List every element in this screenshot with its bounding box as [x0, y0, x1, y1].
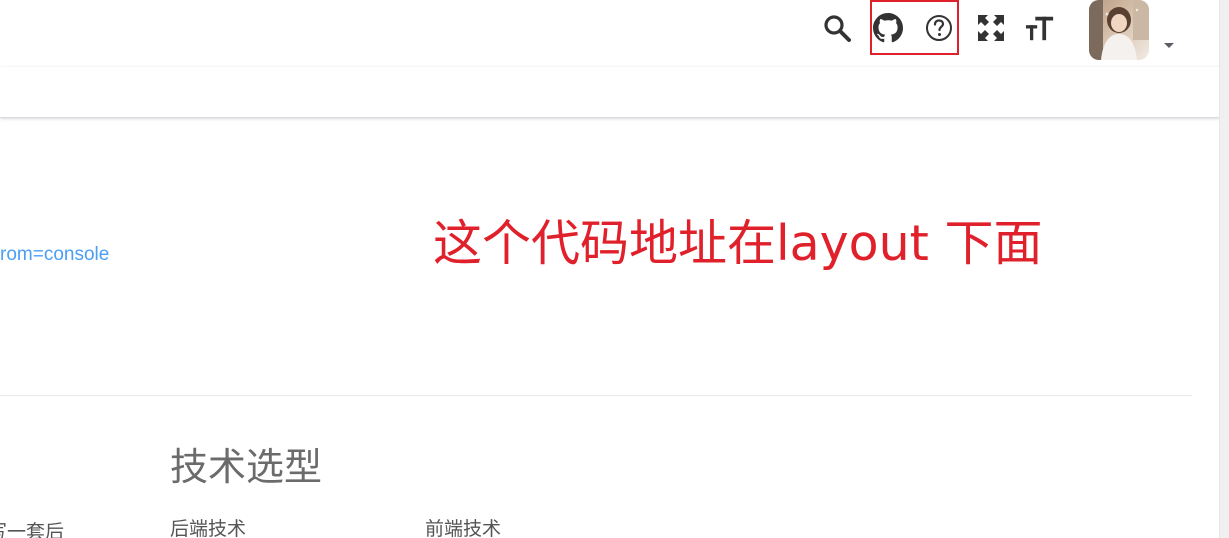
- top-navbar: [0, 0, 1220, 67]
- tags-view-bar: [0, 67, 1220, 118]
- avatar[interactable]: [1089, 0, 1149, 60]
- section-divider: [0, 395, 1192, 396]
- app-root: rom=console 这个代码地址在layout 下面 技术选型 写一套后 后…: [0, 0, 1229, 538]
- page-scrollbar[interactable]: [1219, 0, 1229, 538]
- backend-tech-heading: 后端技术: [170, 518, 247, 538]
- user-dropdown-caret[interactable]: [1164, 43, 1174, 48]
- section-title: 技术选型: [170, 445, 323, 489]
- search-icon[interactable]: [822, 13, 852, 43]
- frontend-tech-heading: 前端技术: [425, 518, 502, 538]
- text-size-icon[interactable]: [1025, 13, 1055, 43]
- intro-text-fragment: 写一套后: [0, 521, 65, 538]
- annotation-text: 这个代码地址在layout 下面: [433, 215, 1043, 272]
- annotation-highlight-box: [870, 0, 959, 55]
- console-link[interactable]: rom=console: [0, 244, 109, 266]
- fullscreen-icon[interactable]: [976, 13, 1006, 43]
